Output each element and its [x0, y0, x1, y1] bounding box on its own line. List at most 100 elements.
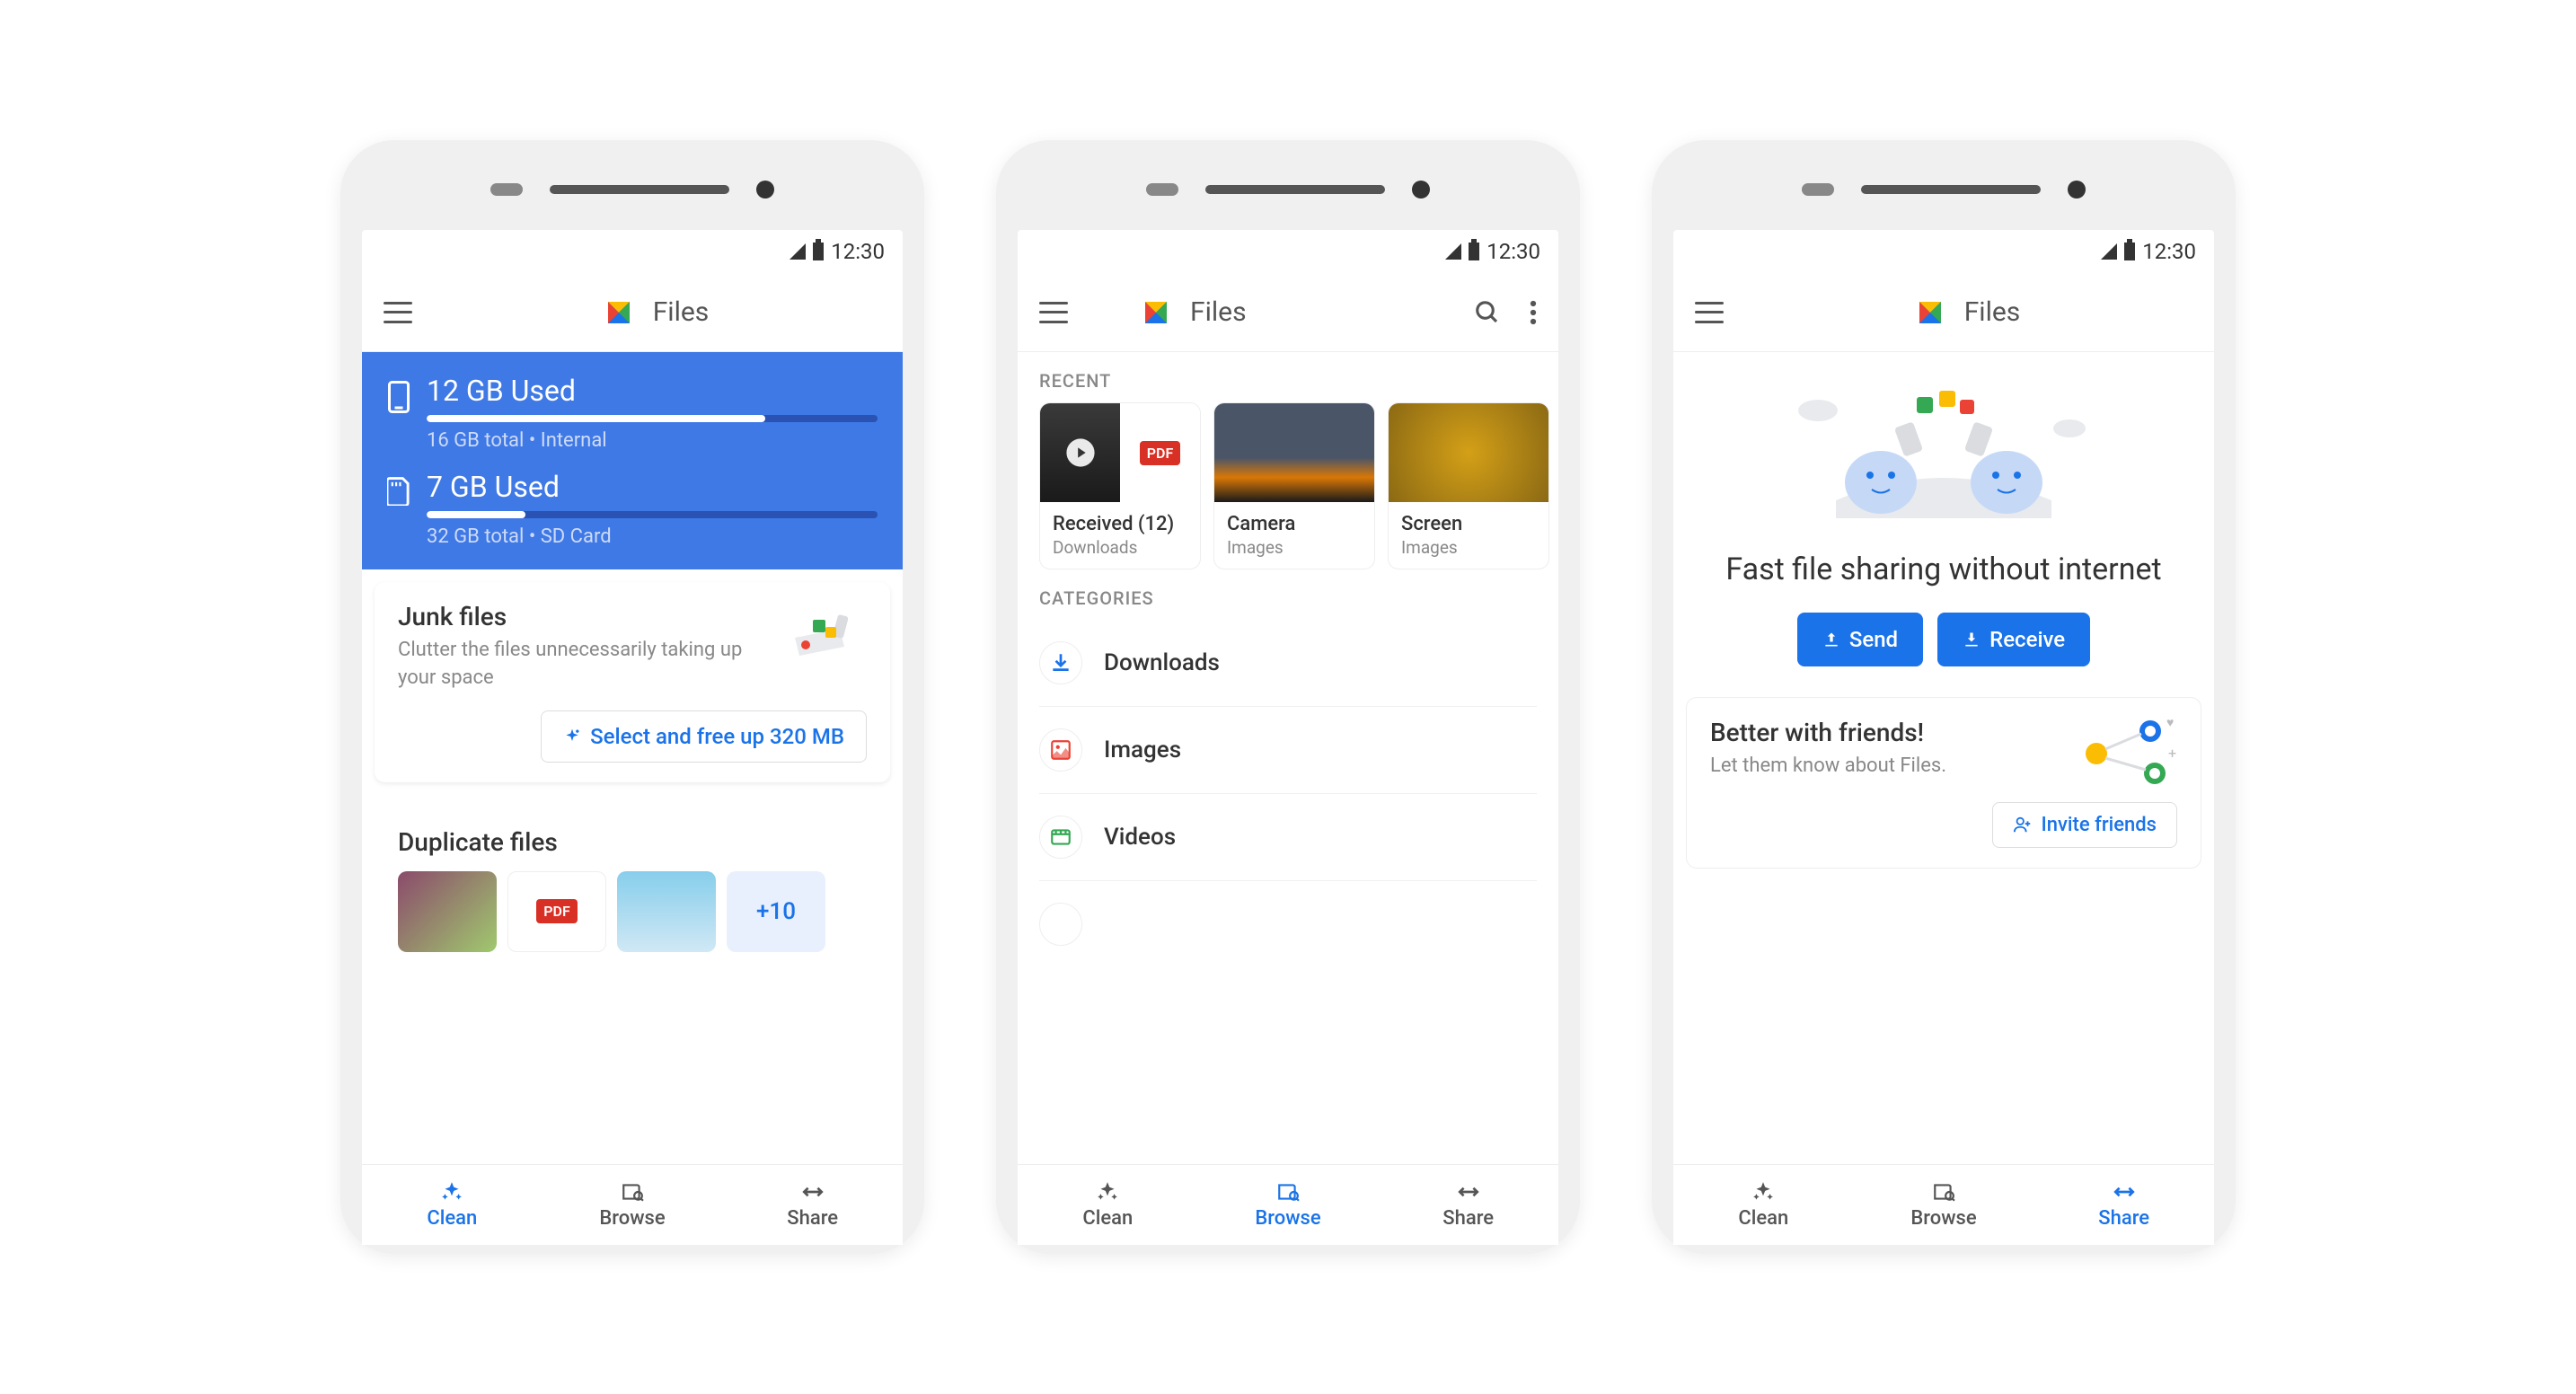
clean-icon: [1093, 1180, 1122, 1204]
nav-clean[interactable]: Clean: [362, 1165, 543, 1245]
clock: 12:30: [831, 239, 885, 264]
category-images[interactable]: Images: [1039, 707, 1537, 794]
recent-card-camera[interactable]: Camera Images: [1213, 402, 1375, 569]
screen-share: 12:30 Files: [1673, 230, 2214, 1245]
battery-icon: [1469, 243, 1479, 260]
app-title: Files: [1190, 296, 1247, 328]
menu-icon[interactable]: [384, 302, 412, 323]
categories-label: CATEGORIES: [1018, 569, 1558, 620]
pdf-badge-icon: PDF: [536, 899, 577, 923]
storage-used-text: 7 GB Used: [427, 470, 878, 504]
share-illustration: [1700, 370, 2187, 532]
nav-share[interactable]: Share: [722, 1165, 903, 1245]
battery-icon: [813, 243, 824, 260]
upload-icon: [1822, 631, 1840, 648]
category-downloads[interactable]: Downloads: [1039, 620, 1537, 707]
signal-icon: [2101, 243, 2117, 260]
junk-title: Junk files: [398, 602, 768, 631]
browse-content: RECENT PDF Received (12) Downloads Came: [1018, 352, 1558, 1164]
video-icon: [1049, 825, 1072, 849]
app-title: Files: [653, 296, 710, 328]
storage-card: 12 GB Used 16 GB total • Internal 7 GB U…: [362, 352, 903, 569]
invite-card: Better with friends! Let them know about…: [1686, 697, 2201, 869]
search-icon[interactable]: [1474, 299, 1501, 326]
clean-icon: [437, 1180, 466, 1204]
clock: 12:30: [1486, 239, 1540, 264]
thumbnail-image[interactable]: [617, 871, 716, 952]
storage-sdcard[interactable]: 7 GB Used 32 GB total • SD Card: [387, 470, 878, 548]
thumbnail-more[interactable]: +10: [727, 871, 825, 952]
menu-icon[interactable]: [1695, 302, 1724, 323]
nav-share[interactable]: Share: [2033, 1165, 2214, 1245]
status-bar: 12:30: [362, 230, 903, 273]
storage-bar: [427, 415, 878, 422]
app-bar: Files: [362, 273, 903, 352]
signal-icon: [1445, 243, 1461, 260]
storage-bar: [427, 511, 878, 518]
nav-browse[interactable]: Browse: [543, 1165, 723, 1245]
category-videos[interactable]: Videos: [1039, 794, 1537, 881]
storage-internal[interactable]: 12 GB Used 16 GB total • Internal: [387, 374, 878, 452]
status-bar: 12:30: [1018, 230, 1558, 273]
share-hero: Fast file sharing without internet Send …: [1673, 352, 2214, 684]
storage-detail: 32 GB total • SD Card: [427, 525, 878, 548]
sdcard-icon: [387, 477, 410, 506]
files-logo-icon: [1914, 296, 1946, 329]
recent-label: RECENT: [1018, 352, 1558, 402]
storage-detail: 16 GB total • Internal: [427, 429, 878, 452]
invite-title: Better with friends!: [1710, 718, 1946, 747]
invite-subtitle: Let them know about Files.: [1710, 753, 1946, 781]
nav-browse[interactable]: Browse: [1198, 1165, 1379, 1245]
nav-clean[interactable]: Clean: [1673, 1165, 1854, 1245]
files-logo-icon: [1140, 296, 1172, 329]
nav-clean[interactable]: Clean: [1018, 1165, 1198, 1245]
free-up-button[interactable]: Select and free up 320 MB: [541, 710, 867, 763]
menu-icon[interactable]: [1039, 302, 1068, 323]
signal-icon: [790, 243, 806, 260]
browse-icon: [1929, 1180, 1958, 1204]
clean-content: 12 GB Used 16 GB total • Internal 7 GB U…: [362, 352, 903, 1164]
recent-card-received[interactable]: PDF Received (12) Downloads: [1039, 402, 1201, 569]
receive-button[interactable]: Receive: [1937, 613, 2090, 666]
nav-share[interactable]: Share: [1378, 1165, 1558, 1245]
share-network-icon: ♥ +: [2069, 718, 2177, 790]
invite-friends-button[interactable]: Invite friends: [1992, 802, 2177, 848]
browse-icon: [618, 1180, 647, 1204]
more-icon[interactable]: [1530, 299, 1537, 326]
bottom-nav: Clean Browse Share: [1018, 1164, 1558, 1245]
image-icon: [1049, 738, 1072, 762]
share-icon: [2110, 1180, 2139, 1204]
phone-hardware: [362, 167, 903, 212]
junk-files-card: Junk files Clutter the files unnecessari…: [375, 582, 890, 782]
download-icon: [1963, 631, 1981, 648]
send-button[interactable]: Send: [1797, 613, 1923, 666]
download-icon: [1049, 651, 1072, 675]
duplicates-title: Duplicate files: [398, 827, 867, 857]
screen-clean: 12:30 Files 12 GB Used 16 GB total • Int…: [362, 230, 903, 1245]
play-icon: [1065, 437, 1096, 468]
phone-hardware: [1018, 167, 1558, 212]
bottom-nav: Clean Browse Share: [362, 1164, 903, 1245]
share-content: Fast file sharing without internet Send …: [1673, 352, 2214, 1164]
clean-icon: [1749, 1180, 1778, 1204]
screen-browse: 12:30 Files RECENT PDF Received (12): [1018, 230, 1558, 1245]
recent-row[interactable]: PDF Received (12) Downloads Camera Image…: [1018, 402, 1558, 569]
nav-browse[interactable]: Browse: [1854, 1165, 2034, 1245]
app-title: Files: [1964, 296, 2021, 328]
thumbnail-image[interactable]: [398, 871, 497, 952]
share-icon: [1454, 1180, 1483, 1204]
phone-icon: [387, 381, 410, 413]
files-logo-icon: [603, 296, 635, 329]
person-add-icon: [2013, 816, 2033, 834]
pdf-badge-icon: PDF: [1140, 441, 1180, 465]
app-bar: Files: [1018, 273, 1558, 352]
sparkle-icon: [563, 728, 581, 746]
junk-subtitle: Clutter the files unnecessarily taking u…: [398, 637, 768, 693]
recent-card-screenshots[interactable]: Screen Images: [1388, 402, 1549, 569]
phone-browse: 12:30 Files RECENT PDF Received (12): [996, 140, 1580, 1254]
thumbnail-pdf[interactable]: PDF: [507, 871, 606, 952]
status-bar: 12:30: [1673, 230, 2214, 273]
share-icon: [798, 1180, 827, 1204]
dustpan-icon: [786, 602, 867, 665]
category-more[interactable]: [1039, 881, 1537, 967]
